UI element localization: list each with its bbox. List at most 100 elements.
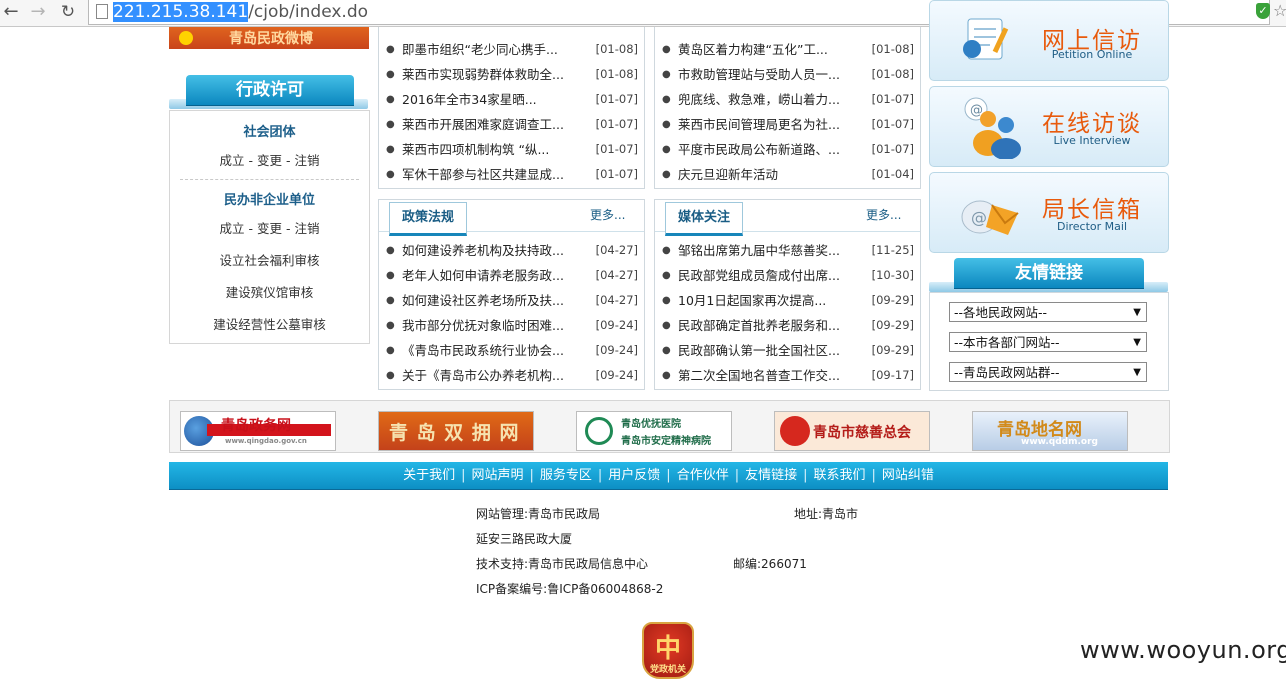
logo-charity[interactable]: 青岛市慈善总会 [774, 411, 930, 451]
select-regional-sites[interactable]: --各地民政网站-- ▼ [949, 302, 1147, 322]
media-more-link[interactable]: 更多... [866, 206, 901, 223]
list-item[interactable]: ● 莱西市四项机制构筑 “纵... [01-07] [379, 137, 644, 162]
list-item[interactable]: ● 民政部确定首批养老服务和... [09-29] [655, 313, 920, 338]
service-director-mail[interactable]: @ 局长信箱 Director Mail [929, 172, 1169, 253]
list-item[interactable]: ● 莱西市开展困难家庭调查工... [01-07] [379, 112, 644, 137]
news-title[interactable]: 市救助管理站与受助人员一... [678, 62, 840, 87]
list-item[interactable]: ● 黄岛区着力构建“五化”工... [01-08] [655, 37, 920, 62]
news-title[interactable]: 军休干部参与社区共建显成... [402, 162, 564, 187]
service-zh: 在线访谈 [1042, 111, 1142, 137]
news-title[interactable]: 邹铭出席第九届中华慈善奖... [678, 238, 840, 263]
news-title[interactable]: 《青岛市民政系统行业协会... [402, 338, 564, 363]
list-item[interactable]: ● 如何建设社区养老场所及扶... [04-27] [379, 288, 644, 313]
footer-link-contact[interactable]: 联系我们 [808, 462, 872, 489]
news-title[interactable]: 莱西市四项机制构筑 “纵... [402, 137, 549, 162]
forward-arrow-icon[interactable]: → [27, 1, 49, 23]
list-item[interactable]: ● 民政部党组成员詹成付出席... [10-30] [655, 263, 920, 288]
list-item[interactable]: ● 《青岛市民政系统行业协会... [09-24] [379, 338, 644, 363]
list-item[interactable]: ● 邹铭出席第九届中华慈善奖... [11-25] [655, 238, 920, 263]
logo-qingdao-gov[interactable]: 青岛政务网 www.qingdao.gov.cn [180, 411, 336, 451]
url-text[interactable]: 221.215.38.141/cjob/index.do [113, 0, 368, 24]
admin-permit-header: 行政许可 [169, 73, 368, 109]
news-title[interactable]: 第二次全国地名普查工作交... [678, 363, 840, 388]
service-zh: 局长信箱 [1042, 197, 1142, 223]
select-civil-site-group[interactable]: --青岛民政网站群-- ▼ [949, 362, 1147, 382]
news-title[interactable]: 如何建设社区养老场所及扶... [402, 288, 564, 313]
list-item[interactable]: ● 老年人如何申请养老服务政... [04-27] [379, 263, 644, 288]
news-title[interactable]: 庆元旦迎新年活动 [678, 162, 778, 187]
group-title-social[interactable]: 社会团体 [170, 121, 369, 140]
list-item[interactable]: ● 2016年全市34家星晒... [01-07] [379, 87, 644, 112]
news-title[interactable]: 民政部党组成员詹成付出席... [678, 263, 840, 288]
people-icon: @ [964, 97, 1021, 159]
news-title[interactable]: 我市部分优抚对象临时困难... [402, 313, 564, 338]
footer-link-statement[interactable]: 网站声明 [465, 462, 529, 489]
bookmark-star-icon[interactable]: ☆ [1273, 1, 1286, 20]
footer-link-about[interactable]: 关于我们 [397, 462, 461, 489]
list-item[interactable]: ● 莱西市民间管理局更名为社... [01-07] [655, 112, 920, 137]
weibo-banner[interactable]: 青岛民政微博 [169, 27, 369, 49]
back-arrow-icon[interactable]: ← [0, 1, 22, 23]
shield-icon[interactable]: ✓ [1256, 3, 1270, 19]
list-item[interactable]: ● 兜底线、救急难，崂山着力... [01-07] [655, 87, 920, 112]
news-title[interactable]: 莱西市民间管理局更名为社... [678, 112, 840, 137]
group-actions-social[interactable]: 成立 - 变更 - 注销 [170, 150, 369, 169]
news-title[interactable]: 平度市民政局公布新道路、... [678, 137, 840, 162]
news-title[interactable]: 莱西市开展困难家庭调查工... [402, 112, 564, 137]
select-city-departments[interactable]: --本市各部门网站-- ▼ [949, 332, 1147, 352]
news-date: [11-25] [871, 243, 914, 257]
footer-link-services[interactable]: 服务专区 [534, 462, 598, 489]
list-item[interactable]: ● 军休干部参与社区共建显成... [01-07] [379, 162, 644, 187]
tab-policy[interactable]: 政策法规 [389, 202, 468, 236]
news-date: [09-24] [595, 368, 638, 382]
policy-more-link[interactable]: 更多... [590, 206, 625, 223]
news-title[interactable]: 即墨市组织“老少同心携手... [402, 37, 558, 62]
logo-name: 青岛政务网 [221, 418, 291, 434]
list-item[interactable]: ● 我市部分优抚对象临时困难... [09-24] [379, 313, 644, 338]
list-item[interactable]: ● 庆元旦迎新年活动 [01-04] [655, 162, 920, 187]
footer-link-feedback[interactable]: 用户反馈 [602, 462, 666, 489]
news-title[interactable]: 关于《青岛市公办养老机构... [402, 363, 564, 388]
list-item[interactable]: ● 如何建设养老机构及扶持政... [04-27] [379, 238, 644, 263]
list-item[interactable]: ● 莱西市实现弱势群体救助全... [01-08] [379, 62, 644, 87]
tab-media[interactable]: 媒体关注 [665, 202, 744, 236]
logo-shuangyong[interactable]: 青 岛 双 拥 网 [378, 411, 534, 451]
list-item[interactable]: ● 10月1日起国家再次提高... [09-29] [655, 288, 920, 313]
link-welfare-review[interactable]: 设立社会福利审核 [170, 250, 369, 269]
government-badge[interactable]: 中 党政机关 [642, 622, 694, 679]
news-title[interactable]: 民政部确认第一批全国社区... [678, 338, 840, 363]
url-host: 221.215.38.141 [113, 2, 249, 22]
chevron-down-icon: ▼ [1133, 307, 1141, 318]
news-date: [01-07] [595, 167, 638, 181]
news-title[interactable]: 10月1日起国家再次提高... [678, 288, 826, 313]
news-title[interactable]: 如何建设养老机构及扶持政... [402, 238, 564, 263]
footer-link-friends[interactable]: 友情链接 [739, 462, 803, 489]
list-item[interactable]: ● 关于《青岛市公办养老机构... [09-24] [379, 363, 644, 388]
logo-youfu-hospital[interactable]: 青岛优抚医院 青岛市安定精神病院 [576, 411, 732, 451]
link-cemetery-review[interactable]: 建设经营性公墓审核 [170, 314, 369, 333]
link-funeral-review[interactable]: 建设殡仪馆审核 [170, 282, 369, 301]
list-item[interactable]: ● 民政部确认第一批全国社区... [09-29] [655, 338, 920, 363]
bullet: ● [386, 295, 395, 306]
banner-text: 青岛民政微博 [229, 31, 313, 47]
group-title-nonenterprise[interactable]: 民办非企业单位 [170, 189, 369, 208]
news-title[interactable]: 2016年全市34家星晒... [402, 87, 537, 112]
group-actions-nonenterprise[interactable]: 成立 - 变更 - 注销 [170, 218, 369, 237]
list-item[interactable]: ● 第二次全国地名普查工作交... [09-17] [655, 363, 920, 388]
footer-link-report-error[interactable]: 网站纠错 [876, 462, 940, 489]
list-item[interactable]: ● 市救助管理站与受助人员一... [01-08] [655, 62, 920, 87]
news-title[interactable]: 莱西市实现弱势群体救助全... [402, 62, 564, 87]
reload-icon[interactable]: ↻ [57, 1, 79, 23]
footer-icp[interactable]: ICP备案编号:鲁ICP备06004868-2 [476, 580, 663, 597]
list-item[interactable]: ● 平度市民政局公布新道路、... [01-07] [655, 137, 920, 162]
news-title[interactable]: 黄岛区着力构建“五化”工... [678, 37, 828, 62]
news-date: [01-07] [595, 142, 638, 156]
news-title[interactable]: 兜底线、救急难，崂山着力... [678, 87, 840, 112]
service-petition-online[interactable]: 网上信访 Petition Online [929, 0, 1169, 81]
footer-link-partners[interactable]: 合作伙伴 [671, 462, 735, 489]
list-item[interactable]: ● 即墨市组织“老少同心携手... [01-08] [379, 37, 644, 62]
news-title[interactable]: 民政部确定首批养老服务和... [678, 313, 840, 338]
service-live-interview[interactable]: @ 在线访谈 Live Interview [929, 86, 1169, 167]
news-title[interactable]: 老年人如何申请养老服务政... [402, 263, 564, 288]
logo-place-names[interactable]: 青岛地名网 www.qddm.org [972, 411, 1128, 451]
